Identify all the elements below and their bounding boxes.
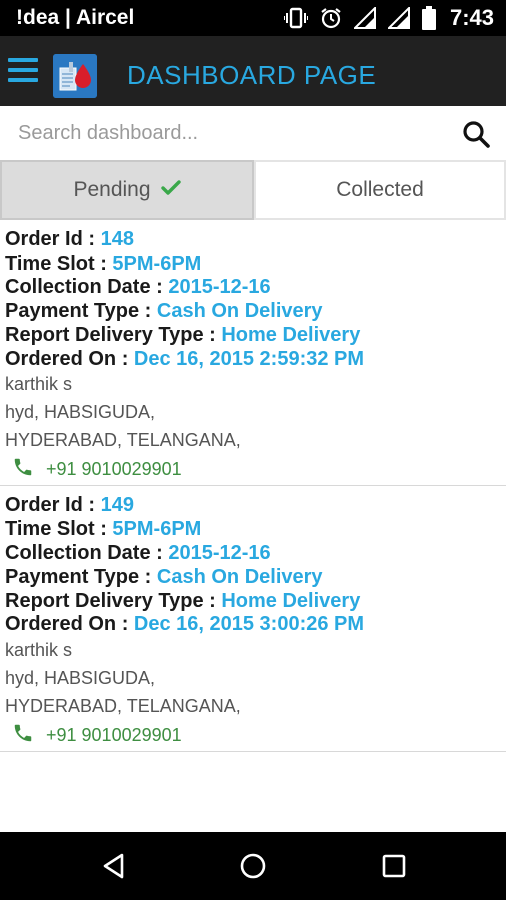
- payment-type-row: Payment Type : Cash On Delivery: [5, 566, 323, 589]
- payment-type-value: Cash On Delivery: [156, 566, 323, 588]
- address-line-1: hyd, HABSIGUDA,: [5, 668, 156, 688]
- alarm-icon: [320, 7, 342, 29]
- time-slot-value: 5PM-6PM: [112, 518, 202, 540]
- collection-date-value: 2015-12-16: [168, 276, 271, 298]
- search-bar: [0, 106, 506, 160]
- tab-pending[interactable]: Pending: [0, 160, 254, 220]
- tab-pending-label: Pending: [73, 178, 151, 201]
- time-slot-label: Time Slot :: [5, 518, 113, 540]
- order-id-value: 148: [100, 228, 134, 250]
- phone-icon: [12, 722, 34, 749]
- ordered-on-row: Ordered On : Dec 16, 2015 3:00:26 PM: [5, 613, 364, 636]
- tab-collected-label: Collected: [336, 178, 424, 201]
- order-id-value: 149: [100, 494, 134, 516]
- recent-apps-icon[interactable]: [380, 852, 408, 885]
- report-delivery-type-row: Report Delivery Type : Home Delivery: [5, 324, 360, 347]
- battery-icon: [421, 6, 436, 30]
- phone-link[interactable]: +91 9010029901: [12, 456, 182, 483]
- address-line-2: HYDERABAD, TELANGANA,: [5, 696, 241, 716]
- collection-date-value: 2015-12-16: [168, 542, 271, 564]
- address-line-2: HYDERABAD, TELANGANA,: [5, 430, 241, 450]
- search-input[interactable]: [0, 106, 440, 160]
- tab-bar: Pending Collected: [0, 160, 506, 220]
- order-id-row: Order Id : 148: [5, 228, 134, 251]
- signal-icon: [353, 7, 376, 29]
- app-bar: DASHBOARD PAGE: [0, 36, 506, 106]
- search-icon[interactable]: [462, 120, 490, 153]
- customer-name: karthik s: [5, 640, 73, 660]
- menu-icon[interactable]: [8, 58, 38, 84]
- time-slot-row: Time Slot : 5PM-6PM: [5, 253, 201, 276]
- back-icon[interactable]: [100, 852, 128, 885]
- payment-type-row: Payment Type : Cash On Delivery: [5, 300, 323, 323]
- signal-icon: [387, 7, 410, 29]
- report-delivery-type-label: Report Delivery Type :: [5, 590, 222, 612]
- order-id-label: Order Id :: [5, 228, 101, 250]
- time-slot-label: Time Slot :: [5, 253, 113, 275]
- payment-type-label: Payment Type :: [5, 566, 157, 588]
- order-card[interactable]: Order Id : 148 Time Slot : 5PM-6PM Colle…: [0, 220, 506, 486]
- customer-name: karthik s: [5, 374, 73, 394]
- ordered-on-value: Dec 16, 2015 2:59:32 PM: [133, 348, 365, 370]
- report-delivery-type-value: Home Delivery: [221, 590, 361, 612]
- report-delivery-type-row: Report Delivery Type : Home Delivery: [5, 590, 360, 613]
- ordered-on-label: Ordered On :: [5, 613, 134, 635]
- phone-number: +91 9010029901: [46, 459, 182, 479]
- status-bar: !dea | Aircel 7:43: [0, 0, 506, 36]
- ordered-on-label: Ordered On :: [5, 348, 134, 370]
- order-card[interactable]: Order Id : 149 Time Slot : 5PM-6PM Colle…: [0, 486, 506, 752]
- phone-link[interactable]: +91 9010029901: [12, 722, 182, 749]
- clock: 7:43: [449, 5, 494, 30]
- order-list: Order Id : 148 Time Slot : 5PM-6PM Colle…: [0, 220, 506, 832]
- time-slot-value: 5PM-6PM: [112, 253, 202, 275]
- time-slot-row: Time Slot : 5PM-6PM: [5, 518, 201, 541]
- phone-number: +91 9010029901: [46, 725, 182, 745]
- order-id-row: Order Id : 149: [5, 494, 134, 517]
- phone-icon: [12, 456, 34, 483]
- navigation-bar: [0, 832, 506, 900]
- ordered-on-row: Ordered On : Dec 16, 2015 2:59:32 PM: [5, 348, 364, 371]
- collection-date-row: Collection Date : 2015-12-16: [5, 542, 271, 565]
- payment-type-value: Cash On Delivery: [156, 300, 323, 322]
- tab-collected[interactable]: Collected: [254, 160, 506, 220]
- report-delivery-type-label: Report Delivery Type :: [5, 324, 222, 346]
- page-title: DASHBOARD PAGE: [127, 60, 377, 90]
- collection-date-label: Collection Date :: [5, 542, 169, 564]
- check-icon: [160, 178, 181, 202]
- payment-type-label: Payment Type :: [5, 300, 157, 322]
- home-icon[interactable]: [239, 852, 267, 885]
- status-icons: 7:43: [283, 5, 494, 31]
- collection-date-row: Collection Date : 2015-12-16: [5, 276, 271, 299]
- address-line-1: hyd, HABSIGUDA,: [5, 402, 156, 422]
- report-delivery-type-value: Home Delivery: [221, 324, 361, 346]
- ordered-on-value: Dec 16, 2015 3:00:26 PM: [133, 613, 365, 635]
- app-logo: [53, 54, 97, 98]
- order-id-label: Order Id :: [5, 494, 101, 516]
- carrier-name: !dea | Aircel: [16, 6, 135, 29]
- vibrate-icon: [283, 7, 308, 29]
- collection-date-label: Collection Date :: [5, 276, 169, 298]
